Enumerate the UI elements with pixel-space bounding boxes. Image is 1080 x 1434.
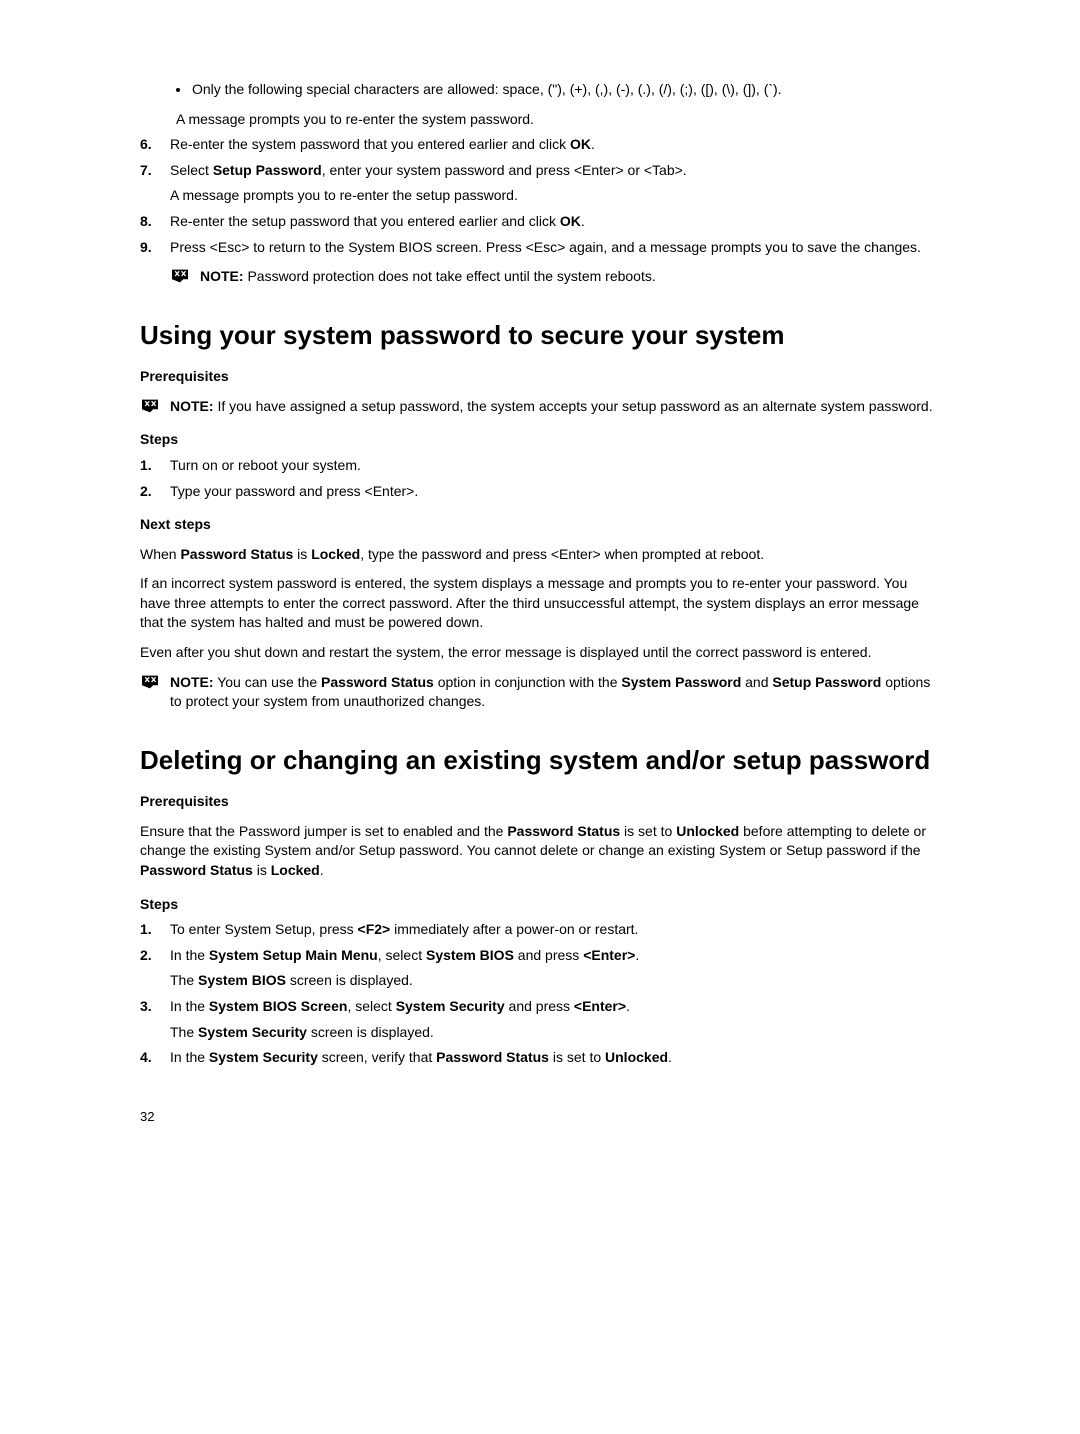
step-number: 7. bbox=[140, 161, 170, 181]
step-number: 2. bbox=[140, 482, 170, 502]
step-number: 2. bbox=[140, 946, 170, 966]
step-item: 1. Turn on or reboot your system. bbox=[140, 456, 940, 476]
step-text: Re-enter the setup password that you ent… bbox=[170, 212, 940, 232]
step-item: 8. Re-enter the setup password that you … bbox=[140, 212, 940, 232]
step-item: 2. Type your password and press <Enter>. bbox=[140, 482, 940, 502]
step-text: Press <Esc> to return to the System BIOS… bbox=[170, 238, 940, 258]
subheading-steps: Steps bbox=[140, 895, 940, 915]
step-text: Select Setup Password, enter your system… bbox=[170, 161, 940, 206]
step-number: 1. bbox=[140, 920, 170, 940]
note-callout: NOTE: If you have assigned a setup passw… bbox=[140, 397, 940, 417]
step-item: 7. Select Setup Password, enter your sys… bbox=[140, 161, 940, 206]
step-text: In the System Security screen, verify th… bbox=[170, 1048, 940, 1068]
subheading-next-steps: Next steps bbox=[140, 515, 940, 535]
subheading-steps: Steps bbox=[140, 430, 940, 450]
note-callout: NOTE: Password protection does not take … bbox=[170, 267, 940, 287]
step-text: Type your password and press <Enter>. bbox=[170, 482, 940, 502]
paragraph: Ensure that the Password jumper is set t… bbox=[140, 822, 940, 881]
step-item: 3. In the System BIOS Screen, select Sys… bbox=[140, 997, 940, 1042]
subheading-prerequisites: Prerequisites bbox=[140, 367, 940, 387]
paragraph: Even after you shut down and restart the… bbox=[140, 643, 940, 663]
note-icon bbox=[140, 674, 160, 690]
section-heading: Deleting or changing an existing system … bbox=[140, 742, 940, 778]
paragraph: If an incorrect system password is enter… bbox=[140, 574, 940, 633]
note-icon bbox=[170, 268, 190, 284]
note-text: NOTE: Password protection does not take … bbox=[200, 267, 940, 287]
step-number: 4. bbox=[140, 1048, 170, 1068]
subheading-prerequisites: Prerequisites bbox=[140, 792, 940, 812]
note-callout: NOTE: You can use the Password Status op… bbox=[140, 673, 940, 712]
note-text: NOTE: You can use the Password Status op… bbox=[170, 673, 940, 712]
section-heading: Using your system password to secure you… bbox=[140, 317, 940, 353]
note-text: NOTE: If you have assigned a setup passw… bbox=[170, 397, 940, 417]
step-number: 8. bbox=[140, 212, 170, 232]
note-icon bbox=[140, 398, 160, 414]
step-item: 4. In the System Security screen, verify… bbox=[140, 1048, 940, 1068]
step-text: Turn on or reboot your system. bbox=[170, 456, 940, 476]
step-item: 2. In the System Setup Main Menu, select… bbox=[140, 946, 940, 991]
step-text: In the System Setup Main Menu, select Sy… bbox=[170, 946, 940, 991]
list-item: Only the following special characters ar… bbox=[176, 80, 940, 100]
page-number: 32 bbox=[140, 1108, 940, 1126]
paragraph: A message prompts you to re-enter the sy… bbox=[176, 110, 940, 130]
step-number: 6. bbox=[140, 135, 170, 155]
step-text: To enter System Setup, press <F2> immedi… bbox=[170, 920, 940, 940]
step-number: 1. bbox=[140, 456, 170, 476]
step-text: In the System BIOS Screen, select System… bbox=[170, 997, 940, 1042]
step-number: 3. bbox=[140, 997, 170, 1017]
bullet-icon bbox=[176, 88, 180, 92]
paragraph: When Password Status is Locked, type the… bbox=[140, 545, 940, 565]
step-item: 1. To enter System Setup, press <F2> imm… bbox=[140, 920, 940, 940]
step-number: 9. bbox=[140, 238, 170, 258]
step-item: 6. Re-enter the system password that you… bbox=[140, 135, 940, 155]
step-item: 9. Press <Esc> to return to the System B… bbox=[140, 238, 940, 258]
step-text: Re-enter the system password that you en… bbox=[170, 135, 940, 155]
list-item-text: Only the following special characters ar… bbox=[192, 80, 782, 100]
